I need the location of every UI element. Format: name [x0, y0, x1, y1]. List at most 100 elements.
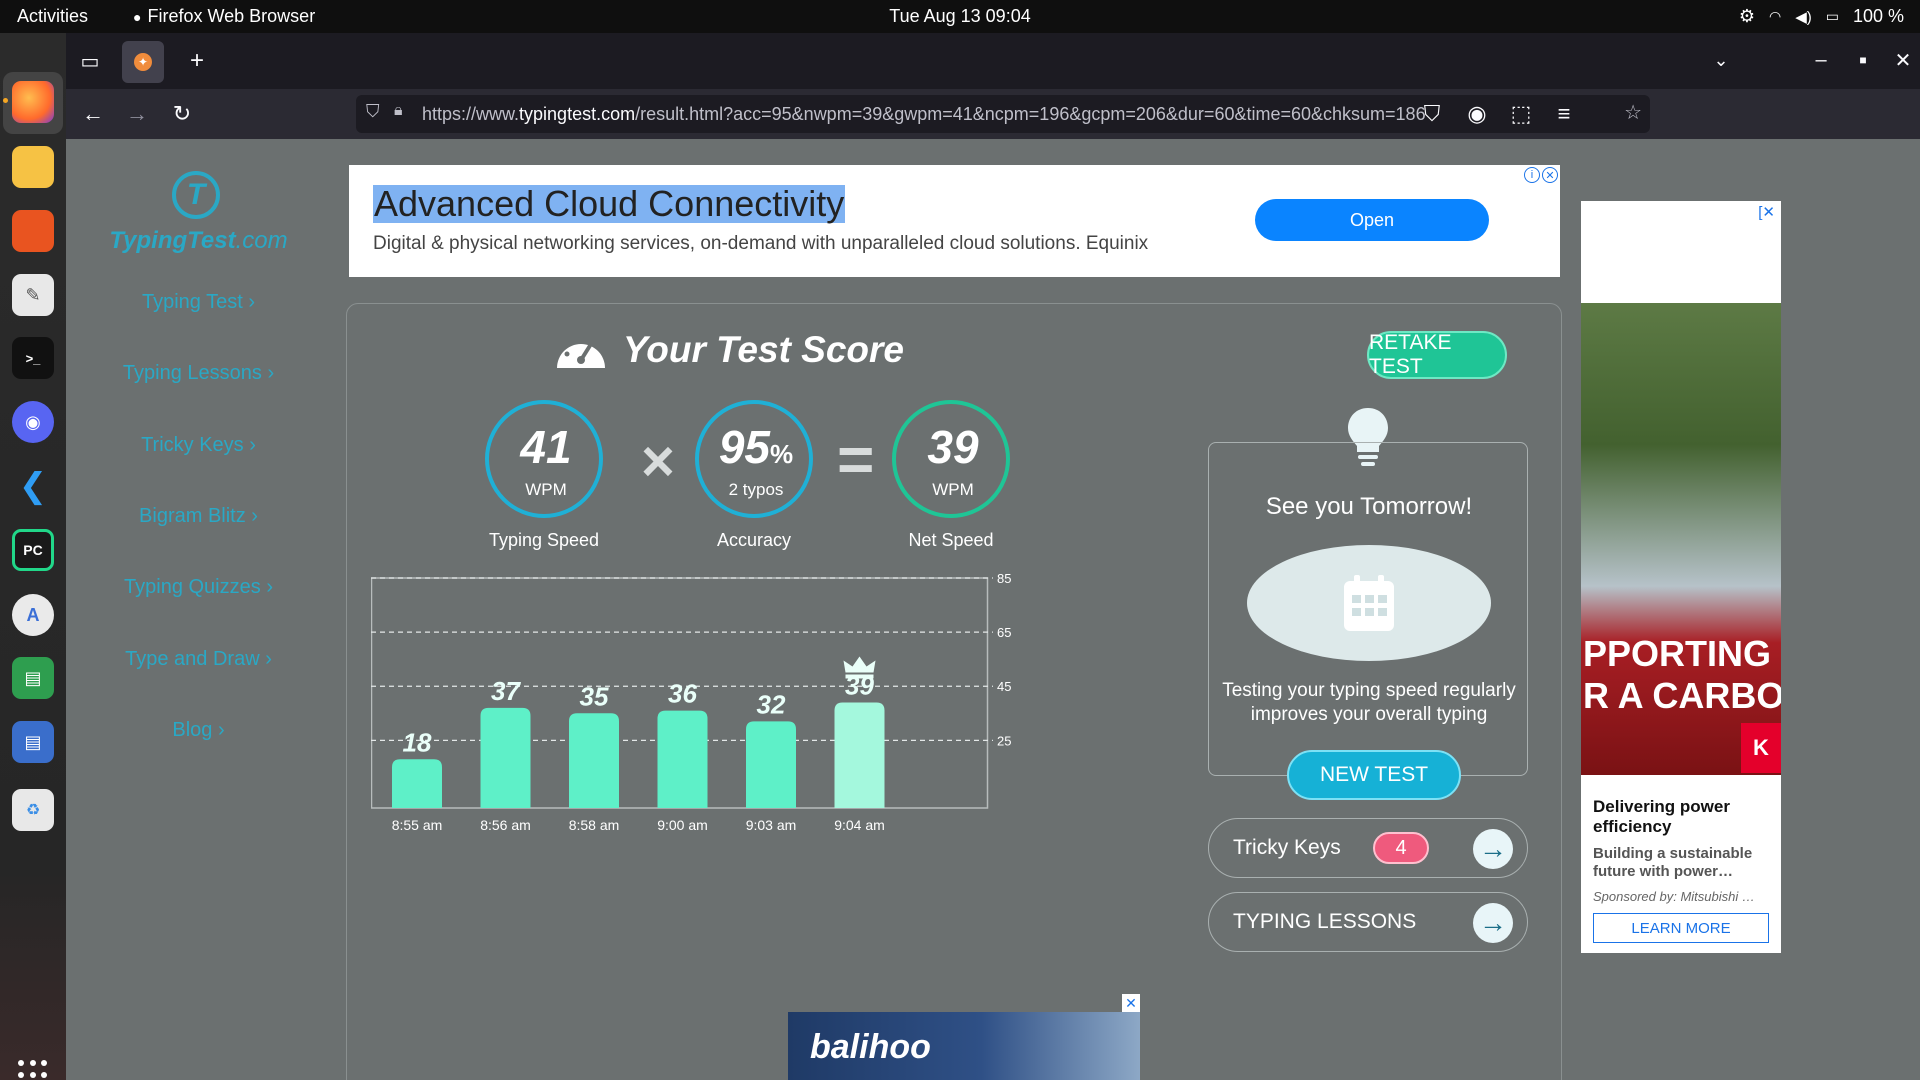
typing-lessons-label: TYPING LESSONS	[1233, 910, 1417, 933]
bookmark-star-icon[interactable]: ☆	[1624, 100, 1642, 125]
nav-link-bigram-blitz[interactable]: Bigram Blitz ›	[66, 505, 331, 528]
pycharm-dock-icon[interactable]: PC	[12, 529, 54, 571]
results-title: Your Test Score	[623, 329, 905, 370]
ad-image-text-2: R A CARBON	[1583, 675, 1781, 716]
ad-headline[interactable]: Advanced Cloud Connectivity	[373, 185, 846, 223]
volume-icon: ◀)	[1795, 8, 1812, 26]
account-icon[interactable]: ◉	[1462, 99, 1492, 129]
site-logo[interactable]: TypingTest.com	[66, 227, 331, 255]
tricky-keys-label: Tricky Keys	[1233, 836, 1341, 859]
ad-text: Building a sustainable future with power…	[1593, 845, 1753, 880]
lock-icon[interactable]: 🔒︎	[394, 102, 403, 120]
typingtest-logo-icon[interactable]: T	[172, 171, 220, 219]
url-bar[interactable]: ⛉ 🔒︎ https://www.typingtest.com/result.h…	[356, 95, 1650, 133]
equals-icon: =	[837, 423, 875, 495]
ad-close-icon[interactable]: ✕	[1542, 167, 1558, 183]
ad-image[interactable]: PPORTING R A CARBON K	[1581, 303, 1781, 775]
url-host: typingtest.com	[519, 104, 636, 124]
menu-hamburger-icon[interactable]: ≡	[1549, 99, 1579, 129]
chart-y-tick-label: 85	[997, 574, 1011, 586]
tracking-shield-icon[interactable]: ⛉	[366, 101, 380, 122]
ad-close-icon[interactable]: [✕	[1758, 203, 1775, 221]
top-ad-banner[interactable]: Advanced Cloud Connectivity Digital & ph…	[349, 165, 1560, 277]
close-window-button[interactable]: ✕	[1888, 45, 1918, 75]
tricky-keys-button[interactable]: Tricky Keys 4 →	[1208, 818, 1528, 878]
chart-bar	[392, 759, 442, 808]
vscode-dock-icon[interactable]: ❮	[12, 465, 54, 507]
net-speed-caption: Net Speed	[908, 530, 994, 550]
nav-link-type-and-draw[interactable]: Type and Draw ›	[66, 648, 331, 671]
settings-icon: ⚙	[1738, 6, 1755, 26]
trash-dock-icon[interactable]: ♻	[12, 789, 54, 831]
new-test-button[interactable]: NEW TEST	[1287, 750, 1461, 800]
maximize-button[interactable]: ■	[1848, 45, 1878, 75]
chart-bar	[480, 707, 531, 808]
chart-x-tick-label: 8:56 am	[480, 817, 531, 833]
nav-link-typing-test[interactable]: Typing Test ›	[66, 291, 331, 314]
tab-typingtest[interactable]: ✦	[122, 41, 164, 83]
ad-open-button[interactable]: Open	[1255, 199, 1489, 241]
text-editor-dock-icon[interactable]: ✎	[12, 274, 54, 316]
logo-main: TypingTest	[109, 227, 236, 254]
ad-close-icon[interactable]: ✕	[1122, 994, 1140, 1012]
nav-link-typing-lessons[interactable]: Typing Lessons ›	[66, 362, 331, 385]
chevron-right-icon: ›	[249, 434, 256, 456]
chart-y-tick-label: 65	[997, 625, 1011, 640]
retake-test-button[interactable]: RETAKE TEST	[1367, 331, 1507, 379]
list-tabs-chevron-down-icon[interactable]: ⌄	[1706, 45, 1736, 75]
battery-percent: 100 %	[1852, 6, 1904, 26]
bottom-ad-banner[interactable]: balihoo ✕	[788, 994, 1140, 1080]
nav-link-label: Typing Test	[141, 291, 243, 313]
nav-link-blog[interactable]: Blog ›	[66, 719, 331, 742]
files-dock-icon[interactable]	[12, 146, 54, 188]
app-menu[interactable]: ● Firefox Web Browser	[133, 6, 315, 27]
nav-link-tricky-keys[interactable]: Tricky Keys ›	[66, 434, 331, 457]
typing-speed-value: 41	[520, 421, 572, 473]
nav-link-label: Blog	[172, 719, 213, 741]
software-center-dock-icon[interactable]	[12, 210, 54, 252]
net-speed-circle: 39 WPM	[892, 400, 1010, 518]
nav-link-typing-quizzes[interactable]: Typing Quizzes ›	[66, 576, 331, 599]
running-indicator	[3, 98, 8, 103]
reload-icon[interactable]: ↻	[167, 99, 197, 129]
nav-link-label: Typing Quizzes	[124, 576, 261, 598]
ad-choices[interactable]: i ✕	[1524, 167, 1558, 183]
show-apps-grid-icon[interactable]	[18, 1060, 48, 1080]
ad-sponsor: Sponsored by: Mitsubishi …	[1593, 889, 1755, 904]
new-tab-button[interactable]: +	[182, 46, 212, 76]
back-arrow-icon[interactable]: ←	[78, 99, 108, 129]
tomorrow-description: Testing your typing speed regularly impr…	[1222, 680, 1516, 725]
firefox-icon: ●	[133, 8, 142, 25]
chart-bar	[657, 710, 708, 808]
ad-title[interactable]: Delivering power efficiency	[1593, 797, 1773, 837]
typing-speed-caption: Typing Speed	[488, 530, 600, 550]
ad-info-icon[interactable]: i	[1524, 167, 1540, 183]
accuracy-number: 95	[718, 421, 771, 473]
battery-icon: ▭	[1825, 8, 1839, 24]
pocket-icon[interactable]: ⛉	[1417, 99, 1447, 129]
spreadsheet-dock-icon[interactable]: ▤	[12, 657, 54, 699]
accuracy-typos: 2 typos	[728, 480, 784, 499]
minimize-button[interactable]: –	[1806, 45, 1836, 75]
firefox-dock-icon[interactable]	[12, 81, 54, 123]
typing-lessons-button[interactable]: TYPING LESSONS →	[1208, 892, 1528, 952]
app-store-dock-icon[interactable]: A	[12, 594, 54, 636]
chart-bar-value-label: 32	[757, 689, 786, 719]
app-name: Firefox Web Browser	[147, 6, 316, 26]
nav-link-label: Bigram Blitz	[139, 505, 246, 527]
system-tray[interactable]: ⚙ ◠ ◀) ▭ 100 %	[1739, 6, 1904, 27]
ad-learn-more-button[interactable]: LEARN MORE	[1593, 913, 1769, 943]
multiply-icon: ×	[641, 429, 675, 494]
activities-button[interactable]: Activities	[17, 6, 88, 27]
terminal-dock-icon[interactable]: >_	[12, 337, 54, 379]
tab-overview-icon[interactable]: ▭	[76, 47, 104, 75]
accuracy-value: 95%	[699, 420, 813, 474]
forward-arrow-icon[interactable]: →	[122, 99, 152, 129]
document-dock-icon[interactable]: ▤	[12, 721, 54, 763]
discord-dock-icon[interactable]: ◉	[12, 401, 54, 443]
arrow-right-icon: →	[1473, 903, 1513, 943]
right-ad-banner[interactable]: [✕ PPORTING R A CARBON K Delivering powe…	[1581, 201, 1781, 953]
typingtest-favicon-icon: ✦	[134, 53, 152, 71]
chevron-right-icon: ›	[265, 648, 272, 670]
extensions-icon[interactable]: ⬚	[1506, 99, 1536, 129]
